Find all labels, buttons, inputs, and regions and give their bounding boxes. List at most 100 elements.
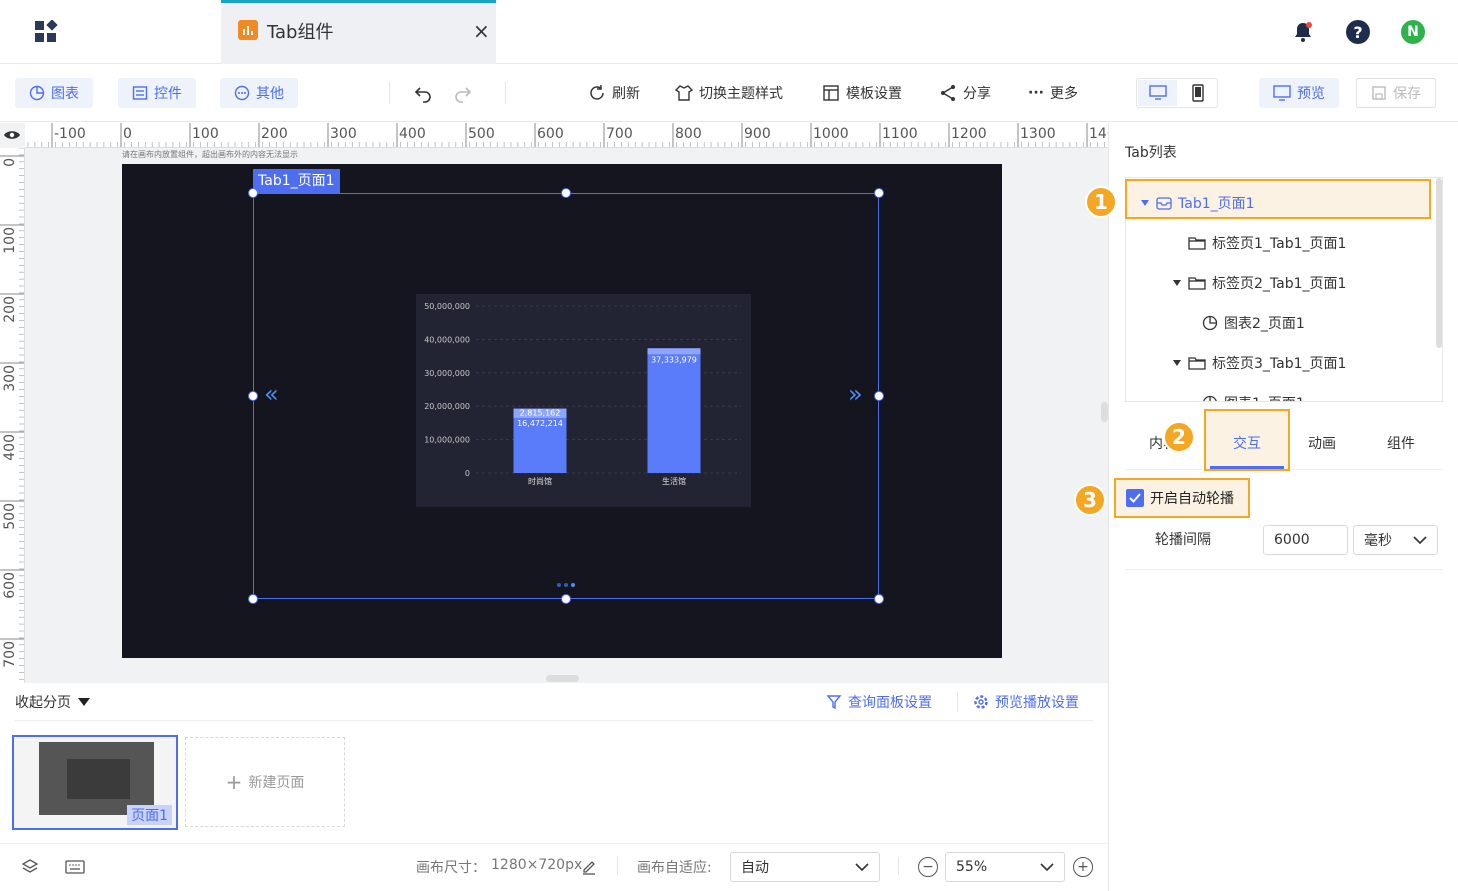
desktop-view-icon[interactable] — [1138, 80, 1177, 106]
resize-handle[interactable] — [248, 594, 258, 604]
preview-icon — [1273, 85, 1291, 101]
dashboard-tab-icon — [238, 20, 258, 40]
divider — [617, 857, 618, 875]
tree-item[interactable]: 标签页2_Tab1_页面1 — [1172, 263, 1346, 303]
auto-play-label: 开启自动轮播 — [1150, 491, 1234, 507]
tree-item[interactable]: 图表2_页面1 — [1186, 303, 1305, 343]
share-button[interactable]: 分享 — [939, 83, 991, 103]
app-menu-icon[interactable] — [34, 20, 58, 44]
canvas-size-label: 画布尺寸： — [416, 860, 486, 876]
help-icon[interactable]: ? — [1346, 20, 1370, 44]
bar-chart[interactable]: 50,000,000 40,000,000 30,000,000 20,000,000… — [416, 294, 751, 507]
horizontal-ruler: -100 0 100 200 300 400 500 600 700 800 900 1000 1100… — [25, 123, 1108, 148]
control-icon — [132, 85, 148, 101]
prev-arrow-icon[interactable]: « — [264, 380, 279, 408]
tab-component[interactable] — [221, 0, 496, 64]
tree-expand-arrow-icon[interactable] — [1140, 199, 1150, 207]
more-circle-icon — [234, 85, 250, 101]
page-thumbnail-label: 页面1 — [127, 805, 172, 825]
ruler-v-label: 100 — [2, 227, 18, 254]
tab-interaction-label: 交互 — [1233, 436, 1261, 452]
tree-item[interactable]: 标签页1_Tab1_页面1 — [1172, 223, 1346, 263]
preview-play-settings-button[interactable]: 预览播放设置 — [973, 692, 1079, 712]
template-settings-button[interactable]: 模板设置 — [822, 83, 902, 103]
ruler-h-label: 300 — [330, 126, 357, 142]
theme-icon — [675, 84, 693, 102]
undo-icon[interactable] — [412, 82, 434, 104]
tree-expand-arrow-icon[interactable] — [1172, 359, 1182, 367]
vertical-scroll-handle[interactable] — [1101, 402, 1108, 422]
folder-icon — [1188, 236, 1206, 250]
ruler-v-label: 0 — [2, 158, 18, 167]
switch-theme-button[interactable]: 切换主题样式 — [675, 83, 783, 103]
resize-handle[interactable] — [561, 188, 571, 198]
resize-handle[interactable] — [874, 188, 884, 198]
zoom-in-icon[interactable]: + — [1073, 857, 1093, 877]
canvas-adapt-select[interactable]: 自动 — [730, 852, 880, 882]
resize-handle[interactable] — [248, 391, 258, 401]
tree-item-label: 图表2_页面1 — [1224, 316, 1305, 332]
more-button[interactable]: ··· 更多 — [1028, 83, 1078, 103]
carousel-dots[interactable] — [557, 583, 575, 587]
redo-icon[interactable] — [452, 82, 474, 104]
tree-scrollbar[interactable] — [1436, 178, 1442, 348]
new-page-button[interactable]: + 新建页面 — [185, 737, 345, 827]
edit-icon[interactable] — [580, 858, 598, 876]
resize-handle[interactable] — [874, 594, 884, 604]
canvas-scroll-handle[interactable] — [546, 675, 579, 682]
keyboard-icon[interactable] — [64, 858, 86, 876]
chevron-down-icon — [1413, 535, 1427, 545]
zoom-value: 55% — [956, 859, 988, 875]
checkbox-checked-icon[interactable] — [1126, 489, 1144, 507]
tree-item-label: Tab1_页面1 — [1178, 196, 1255, 212]
eye-icon[interactable] — [3, 127, 21, 143]
user-avatar[interactable]: N — [1401, 20, 1425, 44]
notification-bell-icon[interactable] — [1292, 21, 1314, 43]
collapse-pages-button[interactable]: 收起分页 — [15, 692, 91, 712]
query-panel-settings-button[interactable]: 查询面板设置 — [826, 692, 932, 712]
tab-icon — [1156, 196, 1172, 210]
tab-close-icon[interactable]: × — [473, 19, 490, 43]
refresh-button[interactable]: 刷新 — [588, 83, 640, 103]
mobile-view-icon[interactable] — [1178, 80, 1217, 106]
layers-icon[interactable] — [21, 858, 39, 876]
save-icon — [1371, 85, 1387, 101]
resize-handle[interactable] — [874, 391, 884, 401]
zoom-select[interactable]: 55% — [945, 852, 1065, 882]
interval-value: 6000 — [1274, 532, 1310, 548]
resize-handle[interactable] — [248, 188, 258, 198]
tab-interaction[interactable]: 交互 — [1204, 409, 1290, 471]
step-badge-3: 3 — [1074, 484, 1106, 516]
tab-animation[interactable]: 动画 — [1308, 433, 1336, 453]
page-thumbnail-1[interactable]: 页面1 — [12, 735, 178, 830]
chart-button[interactable]: 图表 — [15, 78, 93, 108]
chart-bar-cap — [647, 348, 701, 355]
tree-item[interactable]: 标签页3_Tab1_页面1 — [1172, 343, 1346, 383]
ruler-h-label: -100 — [54, 126, 86, 142]
template-settings-label: 模板设置 — [846, 86, 902, 102]
save-button[interactable]: 保存 — [1356, 78, 1436, 108]
more-label: 更多 — [1049, 86, 1078, 102]
ruler-v-label: 300 — [2, 365, 18, 392]
save-label: 保存 — [1393, 86, 1421, 102]
chart-bar[interactable] — [647, 348, 701, 473]
tree-item[interactable]: 图表1_页面1 — [1186, 383, 1305, 401]
chart-x-tick: 生活馆 — [662, 476, 686, 486]
tab-component-props[interactable]: 组件 — [1387, 433, 1415, 453]
interval-input[interactable]: 6000 — [1263, 525, 1348, 555]
interval-unit: 毫秒 — [1364, 533, 1392, 549]
auto-play-checkbox-row[interactable]: 开启自动轮播 — [1114, 478, 1250, 518]
chart-button-label: 图表 — [51, 86, 79, 102]
interval-unit-select[interactable]: 毫秒 — [1353, 525, 1438, 555]
tree-expand-arrow-icon[interactable] — [1172, 279, 1182, 287]
canvas-hint: 请在画布内放置组件，超出画布外的内容无法显示 — [122, 150, 298, 159]
other-button[interactable]: 其他 — [220, 78, 298, 108]
next-arrow-icon[interactable]: » — [848, 380, 863, 408]
ruler-h-label: 1000 — [813, 126, 849, 142]
control-button[interactable]: 控件 — [118, 78, 196, 108]
preview-button[interactable]: 预览 — [1259, 78, 1339, 108]
resize-handle[interactable] — [561, 594, 571, 604]
zoom-out-icon[interactable]: − — [918, 857, 938, 877]
tree-item[interactable]: Tab1_页面1 — [1140, 183, 1255, 223]
preview-label: 预览 — [1297, 86, 1325, 102]
